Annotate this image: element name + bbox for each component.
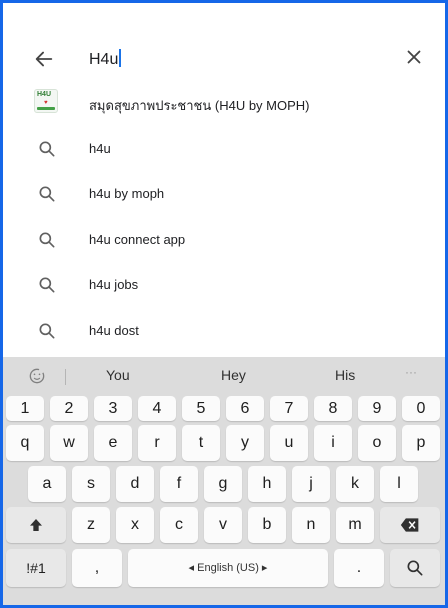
search-icon — [39, 186, 55, 202]
shift-icon — [30, 519, 42, 531]
backspace-icon — [400, 518, 419, 532]
suggestion-query[interactable]: h4u dost — [3, 309, 445, 355]
suggestion-query[interactable]: h4u — [3, 127, 445, 173]
search-icon — [39, 232, 55, 247]
key-i[interactable]: i — [314, 425, 352, 461]
key-7[interactable]: 7 — [270, 396, 308, 421]
search-icon — [39, 277, 55, 293]
key-0[interactable]: 0 — [402, 396, 440, 421]
period-key[interactable]: . — [334, 549, 384, 587]
key-q[interactable]: q — [6, 425, 44, 461]
arrow-left-icon[interactable] — [33, 48, 55, 70]
h4u-app-icon: H4U ♥ — [34, 89, 58, 113]
key-t[interactable]: t — [182, 425, 220, 461]
prediction-bar: You Hey His ··· — [3, 357, 445, 393]
suggestion-label: h4u connect app — [89, 231, 186, 247]
suggestion-app-h4u[interactable]: H4U ♥ สมุดสุขภาพประชาชน (H4U by MOPH) — [3, 81, 445, 127]
suggestion-label: h4u by moph — [89, 186, 165, 201]
screen-frame: H4u H4U ♥ สมุดสุขภาพประชาชน (H4U by MOPH… — [0, 0, 448, 608]
key-9[interactable]: 9 — [358, 396, 396, 421]
suggestion-label: h4u dost — [89, 322, 139, 338]
suggestion-query[interactable]: h4u connect app — [3, 218, 445, 264]
search-input[interactable]: H4u — [89, 49, 121, 69]
more-predictions-icon[interactable]: ··· — [405, 365, 417, 379]
key-1[interactable]: 1 — [6, 396, 44, 421]
backspace-key[interactable] — [380, 507, 440, 543]
key-j[interactable]: j — [292, 466, 330, 502]
prediction-word[interactable]: You — [106, 367, 130, 383]
key-2[interactable]: 2 — [50, 396, 88, 421]
key-o[interactable]: o — [358, 425, 396, 461]
search-icon — [39, 141, 55, 156]
key-a[interactable]: a — [28, 466, 66, 502]
keyboard: You Hey His ··· 1 2 3 4 5 6 7 8 9 0 q w … — [3, 357, 445, 605]
key-3[interactable]: 3 — [94, 396, 132, 421]
search-icon — [407, 560, 423, 576]
key-s[interactable]: s — [72, 466, 110, 502]
search-icon — [39, 323, 55, 338]
key-5[interactable]: 5 — [182, 396, 220, 421]
key-h[interactable]: h — [248, 466, 286, 502]
key-n[interactable]: n — [292, 507, 330, 543]
prediction-word[interactable]: Hey — [221, 367, 246, 383]
key-4[interactable]: 4 — [138, 396, 176, 421]
key-p[interactable]: p — [402, 425, 440, 461]
suggestion-query[interactable]: h4u by moph — [3, 172, 445, 218]
emoji-icon[interactable] — [27, 366, 47, 386]
suggestion-label: h4u — [89, 140, 111, 156]
key-m[interactable]: m — [336, 507, 374, 543]
key-u[interactable]: u — [270, 425, 308, 461]
comma-key[interactable]: , — [72, 549, 122, 587]
key-w[interactable]: w — [50, 425, 88, 461]
key-f[interactable]: f — [160, 466, 198, 502]
key-c[interactable]: c — [160, 507, 198, 543]
key-v[interactable]: v — [204, 507, 242, 543]
key-b[interactable]: b — [248, 507, 286, 543]
suggestion-label: h4u jobs — [89, 277, 139, 292]
prediction-word[interactable]: His — [335, 367, 355, 383]
symbols-key[interactable]: !#1 — [6, 549, 66, 587]
prediction-divider — [65, 369, 66, 385]
close-icon[interactable] — [403, 46, 425, 68]
key-g[interactable]: g — [204, 466, 242, 502]
key-d[interactable]: d — [116, 466, 154, 502]
key-r[interactable]: r — [138, 425, 176, 461]
suggestion-query[interactable]: h4u jobs — [3, 263, 445, 309]
key-8[interactable]: 8 — [314, 396, 352, 421]
search-key[interactable] — [390, 549, 440, 587]
text-cursor — [119, 49, 121, 67]
key-e[interactable]: e — [94, 425, 132, 461]
key-6[interactable]: 6 — [226, 396, 264, 421]
search-query-text: H4u — [89, 51, 119, 68]
space-key[interactable]: ◂ English (US) ▸ — [128, 549, 328, 587]
key-x[interactable]: x — [116, 507, 154, 543]
suggestion-label: สมุดสุขภาพประชาชน (H4U by MOPH) — [89, 98, 310, 113]
key-l[interactable]: l — [380, 466, 418, 502]
key-k[interactable]: k — [336, 466, 374, 502]
suggestion-list: H4U ♥ สมุดสุขภาพประชาชน (H4U by MOPH) h4… — [3, 81, 445, 354]
shift-key[interactable] — [6, 507, 66, 543]
key-y[interactable]: y — [226, 425, 264, 461]
key-z[interactable]: z — [72, 507, 110, 543]
